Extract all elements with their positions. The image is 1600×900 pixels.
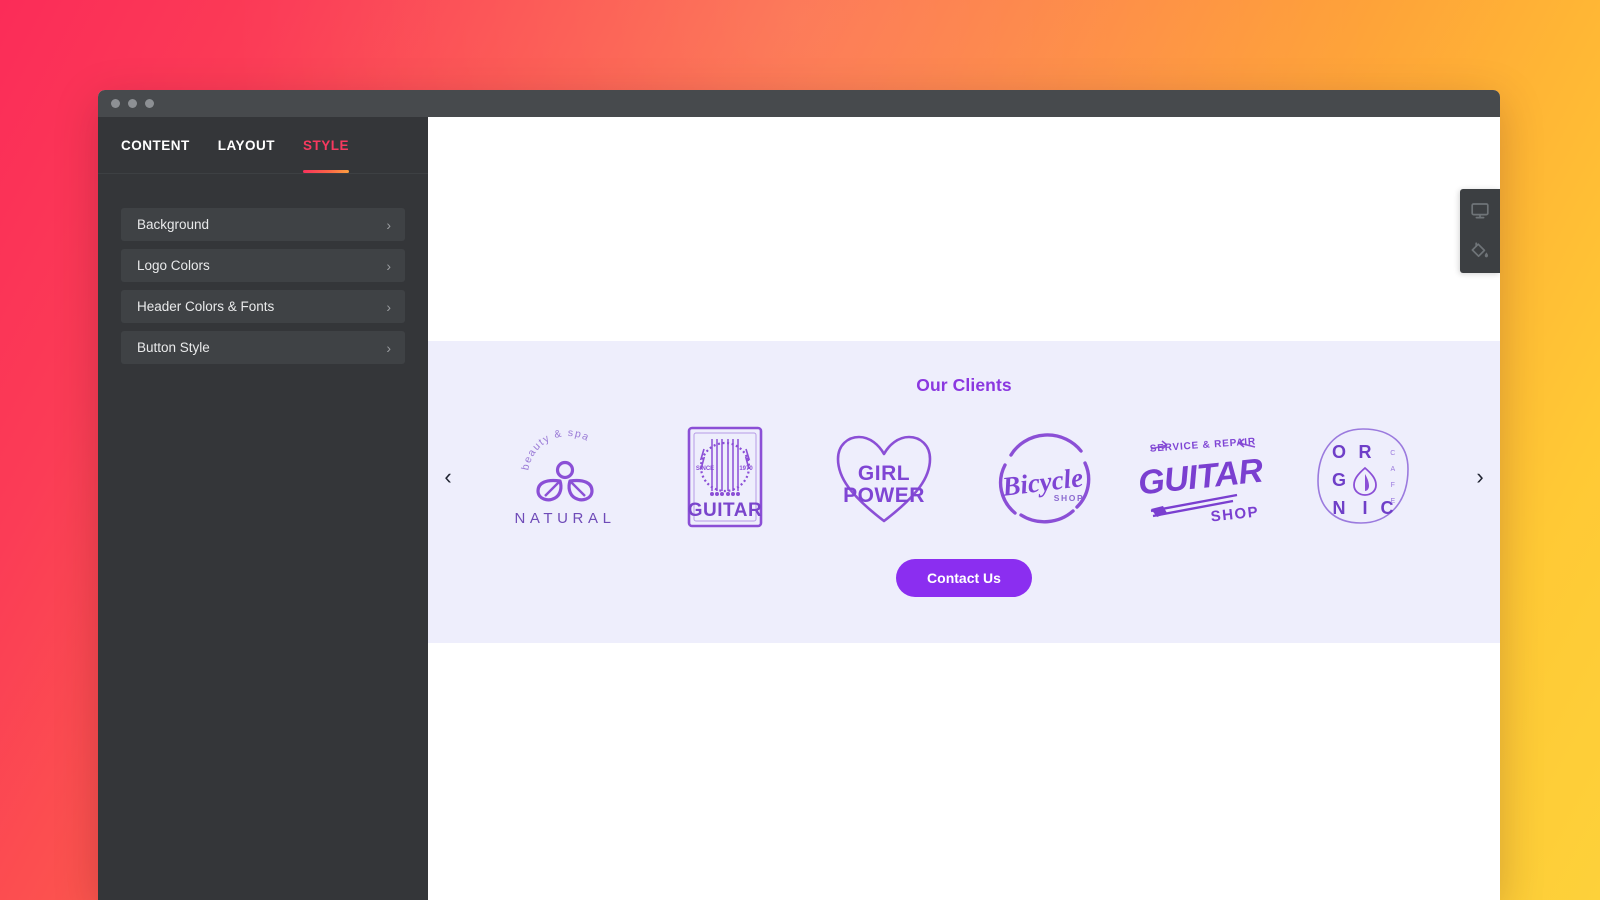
carousel-prev-button[interactable]: ‹ — [428, 466, 468, 488]
tab-content-label: CONTENT — [121, 137, 190, 153]
svg-text:A: A — [1390, 466, 1395, 473]
svg-text:SINCE: SINCE — [695, 466, 713, 472]
svg-text:E: E — [1390, 498, 1395, 505]
svg-text:SHOP: SHOP — [1210, 504, 1260, 526]
svg-text:F: F — [1391, 482, 1396, 489]
tab-layout-label: LAYOUT — [217, 137, 276, 153]
svg-text:NATURAL: NATURAL — [514, 510, 615, 527]
chevron-left-icon: ‹ — [444, 464, 452, 489]
preview-toolstrip — [1460, 189, 1500, 273]
clients-carousel: ‹ beauty & spa NATURAL SINCE 1970 GUITAR… — [428, 417, 1500, 537]
tab-layout[interactable]: LAYOUT — [218, 117, 275, 173]
contact-us-button[interactable]: Contact Us — [896, 559, 1032, 597]
tab-content[interactable]: CONTENT — [121, 117, 190, 173]
tab-style[interactable]: STYLE — [303, 117, 350, 173]
sidebar-item-header-colors-fonts[interactable]: Header Colors & Fonts › — [121, 290, 405, 323]
svg-text:SHOP: SHOP — [1054, 493, 1085, 503]
svg-text:G: G — [1332, 470, 1346, 490]
client-logo-guitar-shop[interactable]: SERVICE & REPAIR GUITAR SHOP — [1128, 422, 1278, 532]
window-body: CONTENT LAYOUT STYLE Background › Logo C… — [98, 117, 1500, 900]
editor-sidebar: CONTENT LAYOUT STYLE Background › Logo C… — [98, 117, 428, 900]
sidebar-tab-bar: CONTENT LAYOUT STYLE — [98, 117, 428, 174]
window-titlebar — [98, 90, 1500, 117]
our-clients-heading: Our Clients — [916, 375, 1012, 395]
client-logo-list: beauty & spa NATURAL SINCE 1970 GUITAR G… — [468, 422, 1460, 532]
svg-text:POWER: POWER — [843, 484, 925, 507]
sidebar-item-background-label: Background — [137, 217, 210, 232]
contact-cta-wrap: Contact Us — [428, 559, 1500, 597]
tab-style-label: STYLE — [303, 137, 350, 153]
style-panel-list: Background › Logo Colors › Header Colors… — [98, 174, 428, 364]
window-close-button[interactable] — [111, 99, 120, 108]
window-maximize-button[interactable] — [145, 99, 154, 108]
client-logo-bicycle-shop[interactable]: Bicycle SHOP — [969, 422, 1119, 532]
svg-text:N: N — [1332, 498, 1345, 518]
svg-text:O: O — [1332, 442, 1346, 462]
sidebar-item-logo-colors-label: Logo Colors — [137, 258, 210, 273]
sidebar-item-button-style[interactable]: Button Style › — [121, 331, 405, 364]
svg-text:C: C — [1390, 450, 1395, 457]
client-logo-organic-cafe[interactable]: O R G N I C C A F E — [1288, 422, 1438, 532]
carousel-next-button[interactable]: › — [1460, 466, 1500, 488]
svg-text:R: R — [1358, 442, 1371, 462]
chevron-right-icon: › — [386, 298, 391, 315]
svg-text:GUITAR: GUITAR — [1137, 452, 1266, 503]
browser-window: CONTENT LAYOUT STYLE Background › Logo C… — [98, 90, 1500, 900]
svg-text:SERVICE & REPAIR: SERVICE & REPAIR — [1150, 436, 1257, 454]
client-logo-girl-power[interactable]: GIRL POWER — [809, 422, 959, 532]
sidebar-item-logo-colors[interactable]: Logo Colors › — [121, 249, 405, 282]
svg-text:GUITAR: GUITAR — [687, 500, 761, 521]
client-logo-natural[interactable]: beauty & spa NATURAL — [490, 422, 640, 532]
site-preview-canvas[interactable]: Our Clients ‹ beauty & spa NATURAL SINCE… — [428, 117, 1500, 900]
chevron-right-icon: › — [386, 339, 391, 356]
chevron-right-icon: › — [386, 257, 391, 274]
our-clients-section: Our Clients ‹ beauty & spa NATURAL SINCE… — [428, 341, 1500, 643]
svg-text:beauty & spa: beauty & spa — [519, 427, 591, 471]
client-logo-guitar-badge[interactable]: SINCE 1970 GUITAR — [650, 422, 800, 532]
svg-text:I: I — [1362, 498, 1367, 518]
chevron-right-icon: › — [386, 216, 391, 233]
sidebar-item-background[interactable]: Background › — [121, 208, 405, 241]
svg-text:1970: 1970 — [739, 466, 753, 472]
svg-text:GIRL: GIRL — [858, 462, 910, 485]
device-preview-icon[interactable] — [1465, 197, 1495, 225]
sidebar-item-button-style-label: Button Style — [137, 340, 210, 355]
chevron-right-icon: › — [1476, 464, 1484, 489]
sidebar-item-header-colors-fonts-label: Header Colors & Fonts — [137, 299, 275, 314]
window-minimize-button[interactable] — [128, 99, 137, 108]
paint-bucket-icon[interactable] — [1465, 237, 1495, 265]
